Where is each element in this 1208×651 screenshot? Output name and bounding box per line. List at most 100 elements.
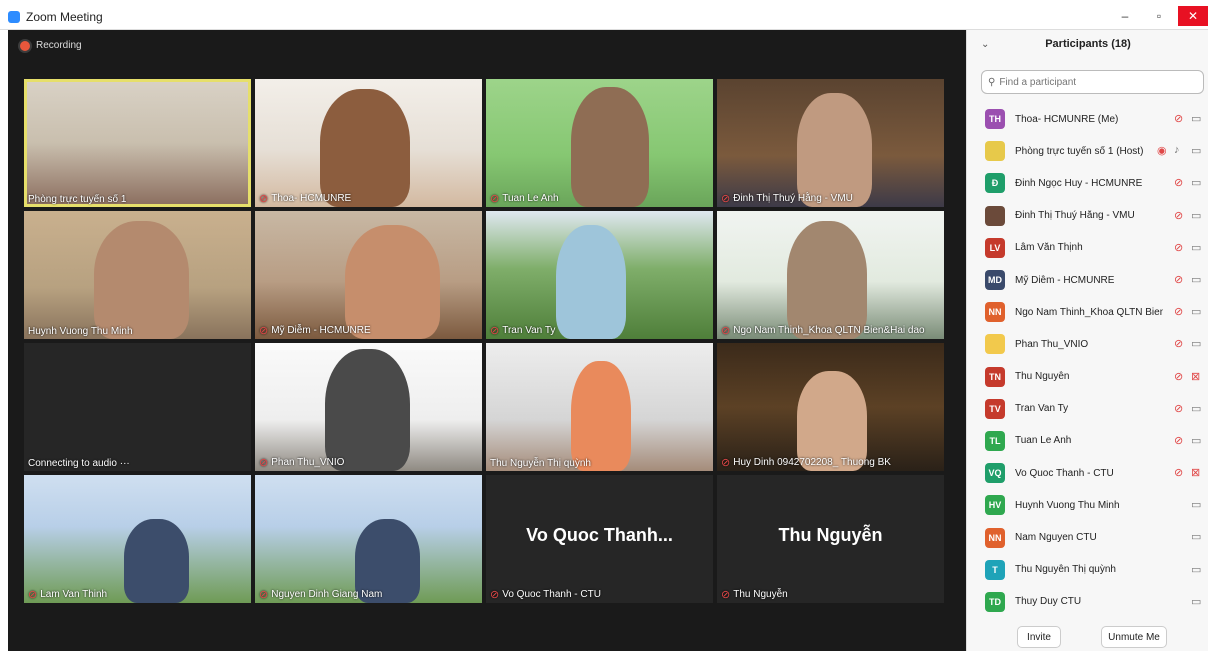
participant-row[interactable]: TL Tuan Le Anh ⊘ ▭ [967, 425, 1208, 457]
camera-icon: ▭ [1191, 241, 1202, 254]
maximize-button[interactable]: ▫ [1144, 6, 1174, 26]
video-area: Recording Phòng trực tuyến số 1 ⊘ Thoa- HC… [8, 30, 966, 651]
participant-name: Lâm Văn Thịnh [1015, 242, 1083, 254]
recording-icon [20, 40, 30, 51]
participant-row[interactable]: MD Mỹ Diễm - HCMUNRE ⊘ ▭ [967, 264, 1208, 296]
avatar: VQ [985, 463, 1005, 484]
participant-name: Đinh Ngọc Huy - HCMUNRE [1015, 177, 1143, 189]
video-tile[interactable]: Connecting to audio ··· [24, 343, 251, 471]
mic-muted-icon: ⊘ [259, 325, 269, 337]
mic-muted-icon: ⊘ [1174, 306, 1184, 319]
participant-row[interactable]: Đ Đinh Ngọc Huy - HCMUNRE ⊘ ▭ [967, 167, 1208, 199]
participant-row[interactable]: NN Nam Nguyen CTU ▭ [967, 521, 1208, 553]
video-tile[interactable]: Phòng trực tuyến số 1 [24, 79, 251, 207]
recording-icon: ◉ [1157, 145, 1167, 158]
participant-row[interactable]: TV Tran Van Ty ⊘ ▭ [967, 393, 1208, 425]
tile-name-label: ⊘ Vo Quoc Thanh - CTU [490, 588, 601, 601]
unmute-me-button[interactable]: Unmute Me [1101, 626, 1167, 648]
participant-row[interactable]: Đinh Thị Thuý Hằng - VMU ⊘ ▭ [967, 200, 1208, 232]
avatar: TD [985, 591, 1005, 612]
participants-panel: ⌄ Participants (18) ⚲ THThoa- HCMUNRE (M… [966, 30, 1208, 651]
mic-muted-icon: ⊘ [1174, 370, 1184, 383]
participant-row[interactable]: VQ Vo Quoc Thanh - CTU ⊘ ⊠ [967, 457, 1208, 489]
participant-name: Vo Quoc Thanh - CTU [1015, 467, 1114, 479]
mic-muted-icon: ⊘ [490, 589, 500, 601]
participant-display-name: Vo Quoc Thanh... [526, 525, 673, 545]
recording-label: Recording [36, 40, 82, 51]
avatar: HV [985, 495, 1005, 516]
tile-name-label: Phòng trực tuyến số 1 [28, 194, 126, 205]
video-tile[interactable]: ⊘ Mỹ Diễm - HCMUNRE [255, 211, 482, 339]
mic-muted-icon: ⊘ [1174, 467, 1184, 480]
avatar: NN [985, 527, 1005, 548]
camera-icon: ▭ [1191, 145, 1202, 158]
tile-name-label: ⊘ Ngo Nam Thinh_Khoa QLTN Bien&Hai dao [721, 324, 925, 337]
mic-muted-icon: ⊘ [259, 193, 269, 205]
tile-name-label: ⊘ Huy Dinh 0942702208_ Thuong BK [721, 456, 891, 469]
participant-video [94, 221, 189, 339]
tile-name-label: Connecting to audio ··· [28, 458, 130, 469]
close-button[interactable]: ✕ [1178, 6, 1208, 26]
participant-search[interactable]: ⚲ [981, 70, 1204, 94]
participant-name: Huynh Vuong Thu Minh [1015, 499, 1120, 511]
mic-muted-icon: ⊘ [721, 325, 731, 337]
avatar [985, 334, 1005, 355]
mic-muted-icon: ⊘ [1174, 177, 1184, 190]
avatar: TH [985, 109, 1005, 130]
video-tile[interactable]: ⊘ Nguyen Dinh Giang Nam [255, 475, 482, 603]
video-tile[interactable]: Vo Quoc Thanh... ⊘ Vo Quoc Thanh - CTU [486, 475, 713, 603]
camera-off-icon: ⊠ [1191, 370, 1201, 383]
tile-name-label: ⊘ Tuan Le Anh [490, 192, 559, 205]
search-input[interactable] [999, 76, 1190, 88]
tile-name-text: Lam Van Thinh [40, 589, 108, 600]
avatar: TL [985, 430, 1005, 451]
tile-name-text: Vo Quoc Thanh - CTU [502, 589, 601, 600]
video-tile[interactable]: Thu Nguyễn Thị quỳnh [486, 343, 713, 471]
participant-row[interactable]: TD Thuy Duy CTU ▭ [967, 586, 1208, 618]
video-tile[interactable]: ⊘ Tran Van Ty [486, 211, 713, 339]
participant-row[interactable]: NN Ngo Nam Thinh_Khoa QLTN Bien... ⊘ ▭ [967, 296, 1208, 328]
mic-muted-icon: ⊘ [1174, 209, 1184, 222]
video-tile[interactable]: Thu Nguyễn ⊘ Thu Nguyễn [717, 475, 944, 603]
avatar: MD [985, 270, 1005, 291]
tile-name-text: Thu Nguyễn Thị quỳnh [490, 458, 591, 469]
participant-row[interactable]: LV Lâm Văn Thịnh ⊘ ▭ [967, 232, 1208, 264]
participant-row[interactable]: TH Thoa- HCMUNRE (Me) ⊘ ▭ [967, 103, 1208, 135]
video-tile[interactable]: ⊘ Ngo Nam Thinh_Khoa QLTN Bien&Hai dao [717, 211, 944, 339]
avatar [985, 141, 1005, 162]
video-tile[interactable]: ⊘ Thoa- HCMUNRE [255, 79, 482, 207]
participant-name: Phòng trực tuyến số 1 (Host) [1015, 145, 1144, 157]
participant-video [124, 519, 189, 603]
tile-name-text: Phòng trực tuyến số 1 [28, 194, 127, 205]
participant-name: Thu Nguyễn Thị quỳnh [1015, 564, 1116, 576]
minimize-button[interactable]: – [1110, 6, 1140, 26]
participant-name: Đinh Thị Thuý Hằng - VMU [1015, 210, 1135, 222]
participant-row[interactable]: TN Thu Nguyễn ⊘ ⊠ [967, 361, 1208, 393]
participant-row[interactable]: T Thu Nguyễn Thị quỳnh ▭ [967, 554, 1208, 586]
camera-icon: ▭ [1191, 209, 1202, 222]
tile-name-text: Mỹ Diễm - HCMUNRE [271, 325, 371, 336]
camera-icon: ▭ [1191, 113, 1202, 125]
video-tile[interactable]: ⊘ Đinh Thị Thuý Hằng - VMU [717, 79, 944, 207]
tile-name-label: ⊘ Đinh Thị Thuý Hằng - VMU [721, 192, 853, 205]
participant-video [556, 225, 626, 339]
participant-name: Ngo Nam Thinh_Khoa QLTN Bien... [1015, 306, 1163, 318]
participant-row[interactable]: HV Huynh Vuong Thu Minh ▭ [967, 489, 1208, 521]
participant-row[interactable]: Phòng trực tuyến số 1 (Host) ◉ ♪ ▭ [967, 135, 1208, 167]
mic-muted-icon: ⊘ [1174, 402, 1184, 415]
participant-name: Tran Van Ty [1015, 403, 1069, 415]
video-tile[interactable]: ⊘ Phan Thu_VNIO [255, 343, 482, 471]
tile-name-label: Huynh Vuong Thu Minh [28, 326, 133, 337]
video-tile[interactable]: ⊘ Huy Dinh 0942702208_ Thuong BK [717, 343, 944, 471]
video-tile[interactable]: ⊘ Tuan Le Anh [486, 79, 713, 207]
video-tile[interactable]: ⊘ Lam Van Thinh [24, 475, 251, 603]
tile-name-text: Huy Dinh 0942702208_ Thuong BK [733, 457, 891, 468]
tile-name-text: Đinh Thị Thuý Hằng - VMU [733, 193, 853, 204]
tile-name-label: ⊘ Phan Thu_VNIO [259, 456, 344, 469]
participant-row[interactable]: Phan Thu_VNIO ⊘ ▭ [967, 328, 1208, 360]
video-tile[interactable]: Huynh Vuong Thu Minh [24, 211, 251, 339]
tile-name-text: Thu Nguyễn [733, 589, 788, 600]
participant-list: TH Thoa- HCMUNRE (Me) ⊘ ▭ Phòng trực tuyến s… [967, 103, 1208, 618]
invite-button[interactable]: Invite [1017, 626, 1061, 648]
camera-icon: ▭ [1191, 273, 1202, 286]
